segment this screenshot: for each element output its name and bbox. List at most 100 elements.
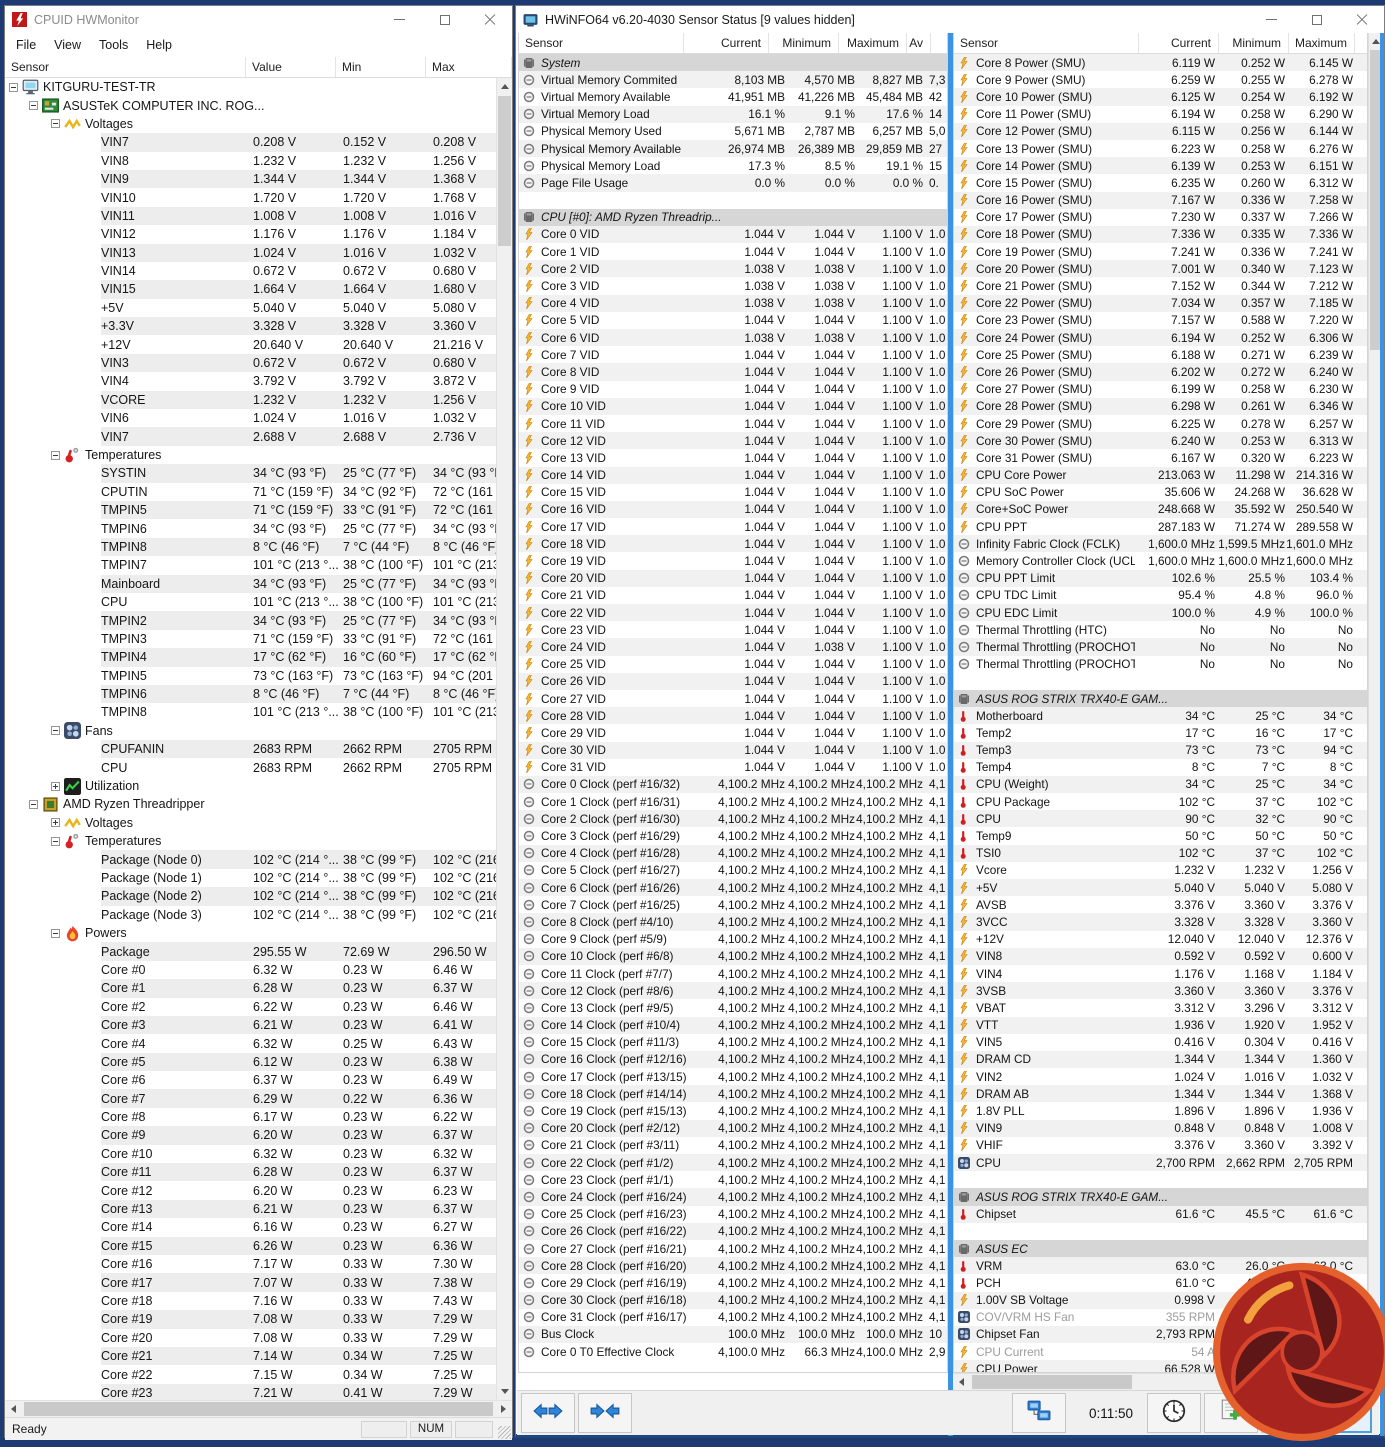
sensor-row[interactable]: CPU EDC Limit100.0 %4.9 %100.0 %: [954, 604, 1367, 621]
sensor-row[interactable]: Core 25 VID1.044 V1.044 V1.100 V1.0: [519, 656, 947, 673]
sensor-row[interactable]: Core 31 Power (SMU)6.167 W0.320 W6.223 W: [954, 449, 1367, 466]
sensor-row[interactable]: Core #76.29 W0.22 W6.36 W: [5, 1089, 496, 1107]
sensor-row[interactable]: CPU Core Power213.063 W11.298 W214.316 W: [954, 467, 1367, 484]
sensor-row[interactable]: Core 27 Clock (perf #16/21)4,100.2 MHz4,…: [519, 1240, 947, 1257]
sensor-row[interactable]: VIN101.720 V1.720 V1.768 V: [5, 188, 496, 206]
sensor-row[interactable]: TMPIN571 °C (159 °F)33 °C (91 °F)72 °C (…: [5, 501, 496, 519]
sensor-row[interactable]: 1.8V PLL1.896 V1.896 V1.936 V: [954, 1102, 1367, 1119]
tree-expander-icon[interactable]: [51, 837, 60, 846]
sensor-row[interactable]: +12V20.640 V20.640 V21.216 V: [5, 335, 496, 353]
sensor-row[interactable]: Core 16 VID1.044 V1.044 V1.100 V1.0: [519, 501, 947, 518]
tree-node-row[interactable]: AMD Ryzen Threadripper: [5, 795, 496, 813]
sensor-row[interactable]: Motherboard34 °C25 °C34 °C: [954, 707, 1367, 724]
menu-item-tools[interactable]: Tools: [90, 34, 137, 56]
sensor-row[interactable]: Core 27 Power (SMU)6.199 W0.258 W6.230 W: [954, 381, 1367, 398]
column-header-max[interactable]: Max: [426, 57, 512, 77]
column-header-current[interactable]: Current: [1139, 33, 1219, 53]
sensor-row[interactable]: Core 12 VID1.044 V1.044 V1.100 V1.0: [519, 432, 947, 449]
sensor-row[interactable]: Temp373 °C73 °C94 °C: [954, 742, 1367, 759]
sensor-row[interactable]: Core 13 Clock (perf #9/5)4,100.2 MHz4,10…: [519, 999, 947, 1016]
sensor-row[interactable]: AVSB3.376 V3.360 V3.376 V: [954, 896, 1367, 913]
sensor-row[interactable]: Core 19 Clock (perf #15/13)4,100.2 MHz4,…: [519, 1102, 947, 1119]
sensor-row[interactable]: Core 17 VID1.044 V1.044 V1.100 V1.0: [519, 518, 947, 535]
tree-node-row[interactable]: Fans: [5, 722, 496, 740]
sensor-row[interactable]: Temp950 °C50 °C50 °C: [954, 827, 1367, 844]
maximize-button[interactable]: [422, 6, 467, 33]
sensor-row[interactable]: Core 12 Clock (perf #8/6)4,100.2 MHz4,10…: [519, 982, 947, 999]
sensor-row[interactable]: Core 30 Power (SMU)6.240 W0.253 W6.313 W: [954, 432, 1367, 449]
sensor-row[interactable]: Core 13 Power (SMU)6.223 W0.258 W6.276 W: [954, 140, 1367, 157]
sensor-row[interactable]: Core #197.08 W0.33 W7.29 W: [5, 1310, 496, 1328]
sensor-row[interactable]: Core 8 Power (SMU)6.119 W0.252 W6.145 W: [954, 54, 1367, 71]
sensor-row[interactable]: Core 8 VID1.044 V1.044 V1.100 V1.0: [519, 363, 947, 380]
sensor-row[interactable]: TMPIN88 °C (46 °F)7 °C (44 °F)8 °C (46 °…: [5, 538, 496, 556]
sensor-row[interactable]: Core 28 Clock (perf #16/20)4,100.2 MHz4,…: [519, 1257, 947, 1274]
sensor-row[interactable]: Core 25 Clock (perf #16/23)4,100.2 MHz4,…: [519, 1206, 947, 1223]
sensor-row[interactable]: Core 11 Clock (perf #7/7)4,100.2 MHz4,10…: [519, 965, 947, 982]
tree-expander-icon[interactable]: [29, 101, 38, 110]
scroll-right-icon[interactable]: [1351, 1374, 1368, 1390]
sensor-row[interactable]: Chipset Fan2,793 RPM991 RPM2,843 RPM: [954, 1326, 1367, 1343]
sensor-row[interactable]: Core 6 VID1.038 V1.038 V1.100 V1.0: [519, 329, 947, 346]
sensor-row[interactable]: DRAM CD1.344 V1.344 V1.360 V: [954, 1051, 1367, 1068]
sensor-row[interactable]: Core 10 Clock (perf #6/8)4,100.2 MHz4,10…: [519, 948, 947, 965]
sensor-row[interactable]: Core 5 VID1.044 V1.044 V1.100 V1.0: [519, 312, 947, 329]
sensor-row[interactable]: Core 17 Clock (perf #13/15)4,100.2 MHz4,…: [519, 1068, 947, 1085]
sensor-row[interactable]: Memory Controller Clock (UCLK)1,600.0 MH…: [954, 552, 1367, 569]
column-header-sensor[interactable]: Sensor: [519, 33, 684, 53]
sensor-row[interactable]: Core 10 VID1.044 V1.044 V1.100 V1.0: [519, 398, 947, 415]
sensor-row[interactable]: Core 20 Clock (perf #2/12)4,100.2 MHz4,1…: [519, 1120, 947, 1137]
sensor-row[interactable]: Core #227.15 W0.34 W7.25 W: [5, 1365, 496, 1383]
sensor-row[interactable]: Core 20 Power (SMU)7.001 W0.340 W7.123 W: [954, 260, 1367, 277]
section-header-row[interactable]: ASUS ROG STRIX TRX40-E GAM...: [954, 1188, 1367, 1205]
sensor-row[interactable]: Thermal Throttling (HTC)NoNoNo: [954, 621, 1367, 638]
close-button[interactable]: [1339, 6, 1384, 33]
add-report-button[interactable]: [1204, 1393, 1258, 1433]
sensor-row[interactable]: VRM63.0 °C26.0 °C63.0 °C: [954, 1257, 1367, 1274]
sensor-row[interactable]: Core 28 VID1.044 V1.044 V1.100 V1.0: [519, 707, 947, 724]
sensor-row[interactable]: Core 26 VID1.044 V1.044 V1.100 V1.0: [519, 673, 947, 690]
sensor-row[interactable]: SYSTIN34 °C (93 °F)25 °C (77 °F)34 °C (9…: [5, 464, 496, 482]
column-header-value[interactable]: Value: [246, 57, 336, 77]
sensor-row[interactable]: CPUFANIN2683 RPM2662 RPM2705 RPM: [5, 740, 496, 758]
sensor-row[interactable]: VIN80.592 V0.592 V0.600 V: [954, 948, 1367, 965]
sensor-row[interactable]: VIN70.208 V0.152 V0.208 V: [5, 133, 496, 151]
sensor-row[interactable]: VHIF3.376 V3.360 V3.392 V: [954, 1137, 1367, 1154]
column-header-minimum[interactable]: Minimum: [769, 33, 839, 53]
sensor-row[interactable]: Core 2 Clock (perf #16/30)4,100.2 MHz4,1…: [519, 810, 947, 827]
tree-node-row[interactable]: Temperatures: [5, 832, 496, 850]
sensor-row[interactable]: Package (Node 0)102 °C (214 °...38 °C (9…: [5, 850, 496, 868]
sensor-row[interactable]: Core 29 Clock (perf #16/19)4,100.2 MHz4,…: [519, 1274, 947, 1291]
sensor-row[interactable]: Core #46.32 W0.25 W6.43 W: [5, 1034, 496, 1052]
tree-node-row[interactable]: Voltages: [5, 115, 496, 133]
sensor-row[interactable]: +3.3V3.328 V3.328 V3.360 V: [5, 317, 496, 335]
sensor-row[interactable]: VIN41.176 V1.168 V1.184 V: [954, 965, 1367, 982]
sensor-row[interactable]: Core 24 Power (SMU)6.194 W0.252 W6.306 W: [954, 329, 1367, 346]
sensor-row[interactable]: VCORE1.232 V1.232 V1.256 V: [5, 391, 496, 409]
sensor-row[interactable]: +5V5.040 V5.040 V5.080 V: [954, 879, 1367, 896]
sensor-row[interactable]: Core #217.14 W0.34 W7.25 W: [5, 1347, 496, 1365]
sensor-row[interactable]: Core 26 Clock (perf #16/22)4,100.2 MHz4,…: [519, 1223, 947, 1240]
sensor-row[interactable]: Core #86.17 W0.23 W6.22 W: [5, 1108, 496, 1126]
sensor-row[interactable]: Page File Usage0.0 %0.0 %0.0 %0.: [519, 174, 947, 191]
sensor-row[interactable]: Core 21 Power (SMU)7.152 W0.344 W7.212 W: [954, 277, 1367, 294]
hwmonitor-column-header[interactable]: SensorValueMinMax: [5, 57, 512, 78]
sensor-row[interactable]: 1.00V SB Voltage0.998 V0.995 V1.001 V: [954, 1292, 1367, 1309]
sensor-row[interactable]: Core 0 T0 Effective Clock4,100.0 MHz66.3…: [519, 1343, 947, 1360]
sensor-row[interactable]: VIN21.024 V1.016 V1.032 V: [954, 1068, 1367, 1085]
column-header-minimum[interactable]: Minimum: [1219, 33, 1289, 53]
sensor-row[interactable]: Core 31 Clock (perf #16/17)4,100.2 MHz4,…: [519, 1309, 947, 1326]
sensor-row[interactable]: TMPIN68 °C (46 °F)7 °C (44 °F)8 °C (46 °…: [5, 685, 496, 703]
sensor-row[interactable]: TMPIN371 °C (159 °F)33 °C (91 °F)72 °C (…: [5, 630, 496, 648]
sensor-row[interactable]: TMPIN634 °C (93 °F)25 °C (77 °F)34 °C (9…: [5, 519, 496, 537]
sensor-row[interactable]: Core 11 Power (SMU)6.194 W0.258 W6.290 W: [954, 106, 1367, 123]
menu-item-file[interactable]: File: [7, 34, 45, 56]
sensor-row[interactable]: Core 7 VID1.044 V1.044 V1.100 V1.0: [519, 346, 947, 363]
column-header-min[interactable]: Min: [336, 57, 426, 77]
section-header-row[interactable]: ASUS ROG STRIX TRX40-E GAM...: [954, 690, 1367, 707]
sensor-row[interactable]: Core 15 Power (SMU)6.235 W0.260 W6.312 W: [954, 174, 1367, 191]
sensor-row[interactable]: Core 3 Clock (perf #16/29)4,100.2 MHz4,1…: [519, 827, 947, 844]
sensor-row[interactable]: Core 13 VID1.044 V1.044 V1.100 V1.0: [519, 449, 947, 466]
sensor-row[interactable]: Core 1 VID1.044 V1.044 V1.100 V1.0: [519, 243, 947, 260]
sensor-row[interactable]: Core 11 VID1.044 V1.044 V1.100 V1.0: [519, 415, 947, 432]
